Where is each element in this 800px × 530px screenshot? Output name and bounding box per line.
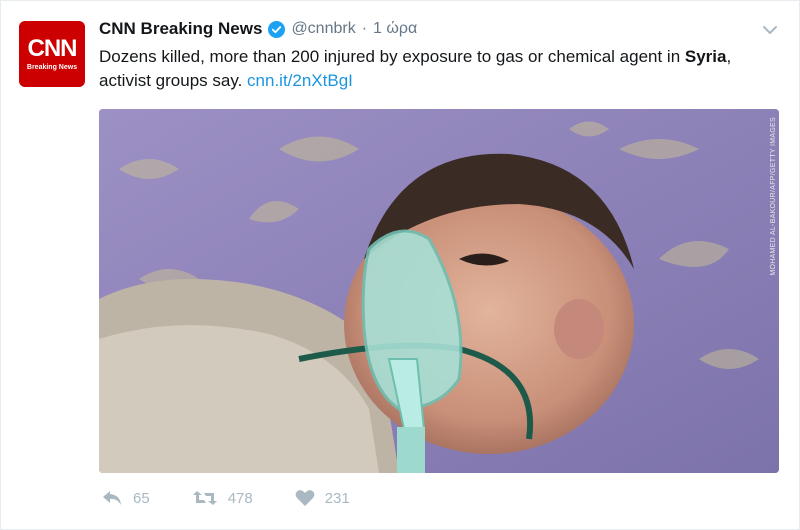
tweet-text-bold: Syria [684,47,727,66]
tweet-text-part1: Dozens killed, more than 200 injured by … [99,47,685,66]
like-button[interactable]: 231 [295,489,350,507]
reply-icon [101,489,123,507]
retweet-icon [192,489,218,507]
tweet-text: Dozens killed, more than 200 injured by … [99,45,779,93]
reply-button[interactable]: 65 [101,489,150,507]
avatar-subtitle: Breaking News [26,64,78,71]
chevron-down-icon[interactable] [761,21,779,39]
photo-illustration [99,109,779,473]
tweet-link[interactable]: cnn.it/2nXtBgI [247,71,353,90]
reply-count: 65 [133,489,150,507]
retweet-count: 478 [227,489,253,507]
photo-credit: MOHAMED AL-BAKOUR/AFP/GETTY IMAGES [770,117,777,276]
tweet-timestamp[interactable]: 1 ώρα [373,20,417,38]
tweet-card: CNN Breaking News CNN Breaking News @cnn… [0,0,800,530]
tweet-header: CNN Breaking News @cnnbrk · 1 ώρα [99,19,417,39]
heart-icon [295,489,315,507]
retweet-button[interactable]: 478 [192,489,253,507]
separator-dot: · [361,20,368,37]
verified-icon [268,20,286,38]
avatar-logo: CNN [27,35,78,62]
like-count: 231 [324,489,350,507]
tweet-photo[interactable]: MOHAMED AL-BAKOUR/AFP/GETTY IMAGES [99,109,779,473]
account-handle[interactable]: @cnnbrk [291,20,355,38]
account-name[interactable]: CNN Breaking News [99,19,262,39]
avatar[interactable]: CNN Breaking News [19,21,85,87]
tweet-actions: 65 478 231 [101,489,350,507]
